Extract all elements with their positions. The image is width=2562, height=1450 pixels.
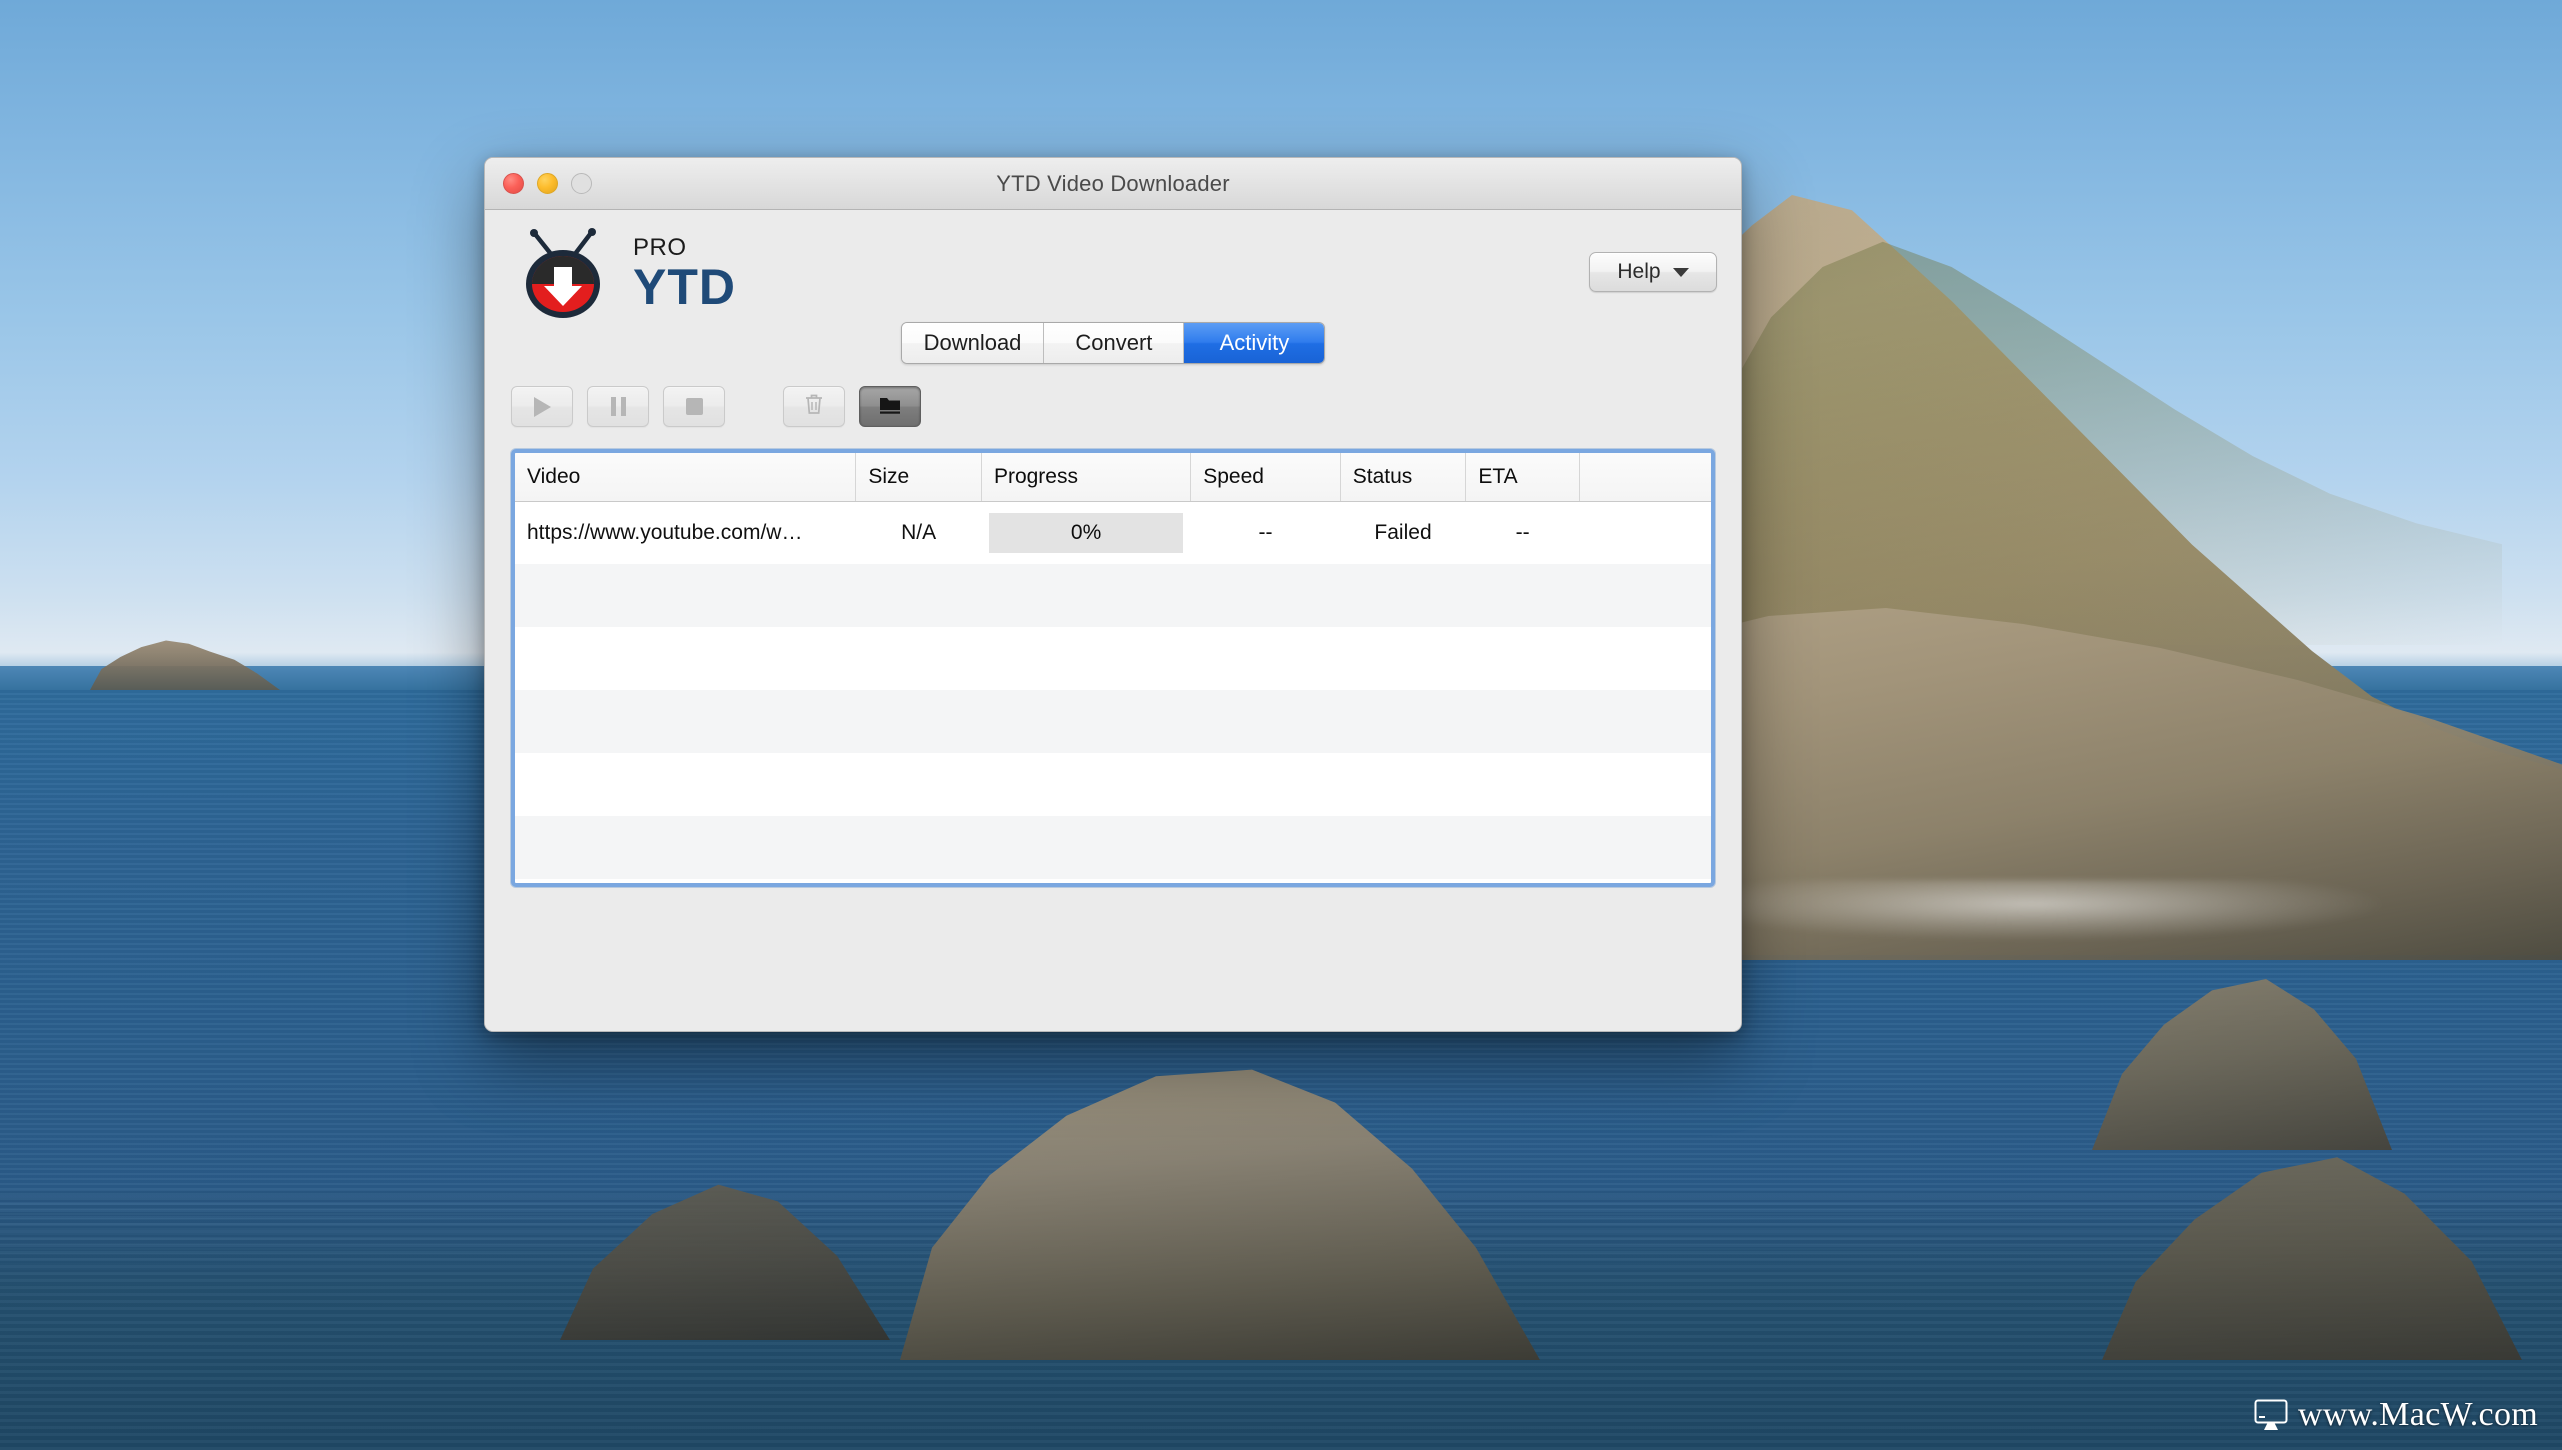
table-row-empty[interactable] [515,627,1711,690]
progress-bar-label: 0% [1070,520,1102,544]
table-row[interactable]: https://www.youtube.com/w… N/A 0% -- Fai… [515,501,1711,564]
progress-bar: 0% [989,512,1183,553]
table-row-empty[interactable] [515,564,1711,627]
app-header: PRO YTD Help [485,210,1741,330]
minimize-button[interactable] [537,173,558,194]
activity-table-body: https://www.youtube.com/w… N/A 0% -- Fai… [515,501,1711,879]
table-row-empty[interactable] [515,690,1711,753]
table-row-empty[interactable] [515,753,1711,816]
cell-eta: -- [1515,520,1530,544]
stop-button[interactable] [663,386,725,427]
cell-speed: -- [1258,520,1273,544]
help-button-label: Help [1617,260,1661,283]
traffic-light-group[interactable] [503,173,592,194]
start-button[interactable] [511,386,573,427]
column-header-eta[interactable]: ETA [1465,453,1580,502]
brand-name-label: YTD [633,259,736,315]
monitor-icon [2254,1399,2288,1431]
ytd-tv-download-logo-icon [515,224,621,320]
column-header-progress[interactable]: Progress [981,453,1192,502]
window-title: YTD Video Downloader [996,170,1230,196]
activity-table-head: Video Size Progress Speed Status ETA [515,453,1711,502]
zoom-button[interactable] [571,173,592,194]
cell-size: N/A [901,520,937,544]
watermark-text: www.MacW.com [2298,1396,2538,1433]
window-titlebar[interactable]: YTD Video Downloader [485,158,1741,210]
brand: PRO YTD [515,224,1719,320]
table-header-row: Video Size Progress Speed Status ETA [515,453,1711,502]
pause-button[interactable] [587,386,649,427]
table-row-empty[interactable] [515,816,1711,879]
delete-button[interactable] [783,386,845,427]
trash-icon [803,392,825,421]
column-header-status[interactable]: Status [1340,453,1467,502]
column-header-filler [1579,453,1711,502]
window-body: PRO YTD Help Download Convert Activity V… [485,210,1741,1031]
surf-foam [1682,880,2382,940]
activity-table: Video Size Progress Speed Status ETA htt… [515,453,1711,879]
open-folder-button[interactable] [859,386,921,427]
brand-text: PRO YTD [633,232,736,315]
cell-video: https://www.youtube.com/w… [527,520,803,544]
cell-filler [1579,501,1711,564]
ytd-video-downloader-window[interactable]: YTD Video Downloader PRO YTD Help Downlo… [484,157,1742,1032]
folder-icon [878,393,902,420]
close-button[interactable] [503,173,524,194]
site-watermark: www.MacW.com [2254,1396,2538,1434]
activity-table-container[interactable]: Video Size Progress Speed Status ETA htt… [511,449,1715,887]
desktop-wallpaper: YTD Video Downloader PRO YTD Help Downlo… [0,0,2562,1450]
column-header-video[interactable]: Video [515,453,857,502]
background-island [90,640,280,690]
brand-pro-label: PRO [633,234,687,261]
column-header-speed[interactable]: Speed [1190,453,1341,502]
chevron-down-icon [1672,267,1689,277]
stop-icon [685,398,703,415]
column-header-size[interactable]: Size [855,453,982,502]
help-button[interactable]: Help [1589,252,1717,292]
cell-status: Failed [1374,520,1432,544]
cell-progress: 0% [981,501,1190,564]
play-icon [533,396,551,417]
pause-icon [610,397,626,416]
activity-toolbar [485,364,1741,427]
